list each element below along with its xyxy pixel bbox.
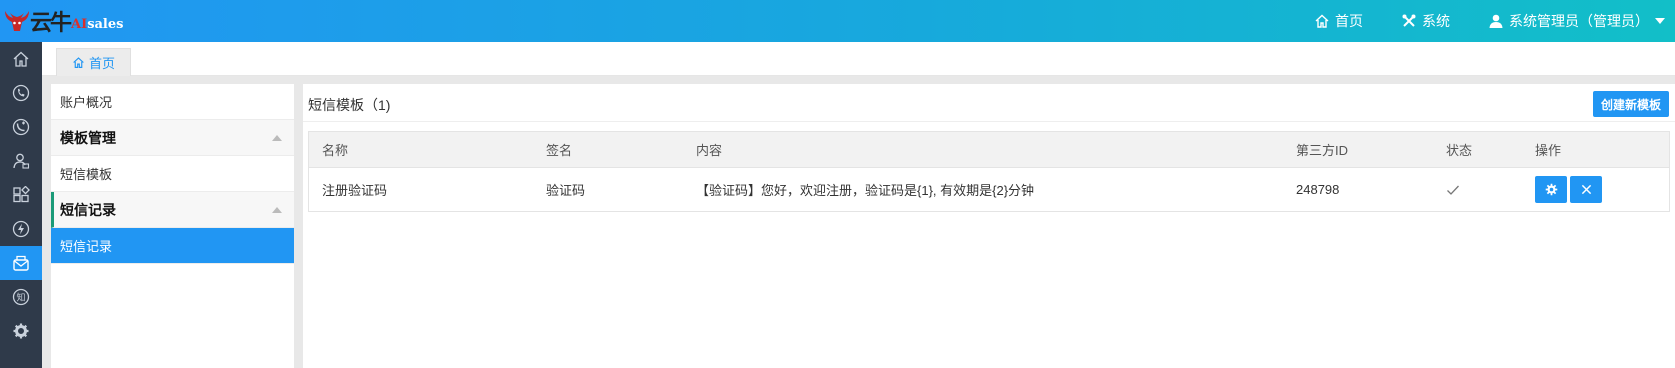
- templates-table: 名称 签名 内容 第三方ID 状态 操作 注册验证码 验证码 【验证码】您好，欢…: [308, 131, 1670, 212]
- home-icon: [1315, 14, 1329, 28]
- nav-system-label: 系统: [1422, 13, 1450, 29]
- submenu-group-sms-records[interactable]: 短信记录: [51, 192, 294, 228]
- table-header: 名称 签名 内容 第三方ID 状态 操作: [309, 132, 1669, 168]
- rail-sms[interactable]: [0, 246, 42, 280]
- rail-home[interactable]: [0, 42, 42, 76]
- column-header-signature[interactable]: 签名: [546, 132, 572, 167]
- user-name-label: 系统管理员（管理员）: [1509, 13, 1649, 29]
- rail-flash[interactable]: [0, 212, 42, 246]
- chevron-down-icon: [1655, 18, 1665, 24]
- submenu-item-sms-records[interactable]: 短信记录: [51, 228, 294, 264]
- table-row[interactable]: 注册验证码 验证码 【验证码】您好，欢迎注册，验证码是{1}, 有效期是{2}分…: [309, 168, 1669, 211]
- check-icon: [1447, 185, 1459, 195]
- cell-actions: [1535, 168, 1605, 211]
- cell-signature: 验证码: [546, 183, 586, 198]
- page-title: 短信模板（1): [308, 97, 391, 113]
- page-tabs: 首页: [42, 42, 1675, 76]
- left-icon-rail: 知: [0, 42, 42, 368]
- user-icon: [1489, 14, 1503, 28]
- knowledge-icon: 知: [12, 288, 30, 306]
- rail-phone[interactable]: [0, 76, 42, 110]
- submenu-item-label: 短信模板: [60, 167, 113, 182]
- top-header: 云牛 AI sales 首页 系统 系统管理员（管理员）: [0, 0, 1675, 42]
- rail-contacts[interactable]: [0, 144, 42, 178]
- submenu-group-label: 模板管理: [60, 129, 116, 146]
- contacts-icon: [13, 153, 30, 169]
- submenu-group-label: 短信记录: [60, 201, 116, 218]
- cell-status: [1446, 168, 1460, 211]
- chevron-up-icon: [272, 207, 282, 213]
- tab-home[interactable]: 首页: [56, 48, 131, 76]
- close-icon: [1581, 184, 1591, 195]
- apps-icon: [13, 186, 30, 203]
- user-menu[interactable]: 系统管理员（管理员）: [1488, 11, 1665, 31]
- column-header-content[interactable]: 内容: [696, 132, 722, 167]
- logo-text-ai: AI: [71, 16, 88, 32]
- submenu-item-label: 账户概况: [60, 95, 113, 110]
- submenu-item-account-overview[interactable]: 账户概况: [51, 84, 294, 120]
- chevron-up-icon: [272, 135, 282, 141]
- tab-home-label: 首页: [88, 56, 115, 71]
- column-header-status[interactable]: 状态: [1446, 132, 1472, 167]
- column-header-name[interactable]: 名称: [322, 132, 348, 167]
- nav-home-label: 首页: [1335, 13, 1363, 29]
- delete-button[interactable]: [1570, 176, 1602, 203]
- phone-icon: [12, 84, 30, 102]
- nav-system-link[interactable]: 系统: [1401, 11, 1450, 31]
- main-panel: 短信模板（1) 创建新模板 名称 签名 内容 第三方ID 状态 操作 注册验证码…: [303, 84, 1675, 368]
- rail-settings[interactable]: [0, 314, 42, 348]
- submenu-item-label: 短信记录: [60, 239, 113, 254]
- submenu-group-templates[interactable]: 模板管理: [51, 120, 294, 156]
- logo-text-sales: sales: [87, 16, 124, 32]
- logo-text-cn: 云牛: [30, 10, 72, 36]
- home-icon: [13, 51, 29, 67]
- settings-button[interactable]: [1535, 176, 1567, 203]
- column-header-actions: 操作: [1535, 143, 1562, 158]
- panel-header: 短信模板（1) 创建新模板: [303, 84, 1675, 122]
- cell-content: 【验证码】您好，欢迎注册，验证码是{1}, 有效期是{2}分钟: [696, 183, 1035, 198]
- call-log-icon: [12, 118, 30, 136]
- knowledge-glyph: 知: [16, 292, 25, 304]
- cell-name: 注册验证码: [322, 183, 388, 198]
- flash-icon: [12, 220, 30, 238]
- rail-apps[interactable]: [0, 178, 42, 212]
- column-header-third-party-id[interactable]: 第三方ID: [1296, 132, 1348, 167]
- bull-logo-icon: [5, 11, 29, 31]
- top-nav: 首页 系统 系统管理员（管理员）: [1314, 0, 1675, 42]
- submenu-item-sms-templates[interactable]: 短信模板: [51, 156, 294, 192]
- home-icon: [73, 57, 84, 68]
- cell-third-party-id: 248798: [1296, 182, 1340, 197]
- brand-logo[interactable]: 云牛 AI sales: [2, 6, 123, 36]
- tools-icon: [1402, 14, 1416, 27]
- rail-call-log[interactable]: [0, 110, 42, 144]
- nav-home-link[interactable]: 首页: [1314, 11, 1363, 31]
- gear-icon: [1545, 183, 1557, 196]
- gear-icon: [13, 323, 29, 339]
- sms-icon: [13, 255, 29, 271]
- create-template-button[interactable]: 创建新模板: [1593, 91, 1669, 117]
- rail-knowledge[interactable]: 知: [0, 280, 42, 314]
- sms-submenu: 账户概况 模板管理 短信模板 短信记录 短信记录: [51, 84, 294, 368]
